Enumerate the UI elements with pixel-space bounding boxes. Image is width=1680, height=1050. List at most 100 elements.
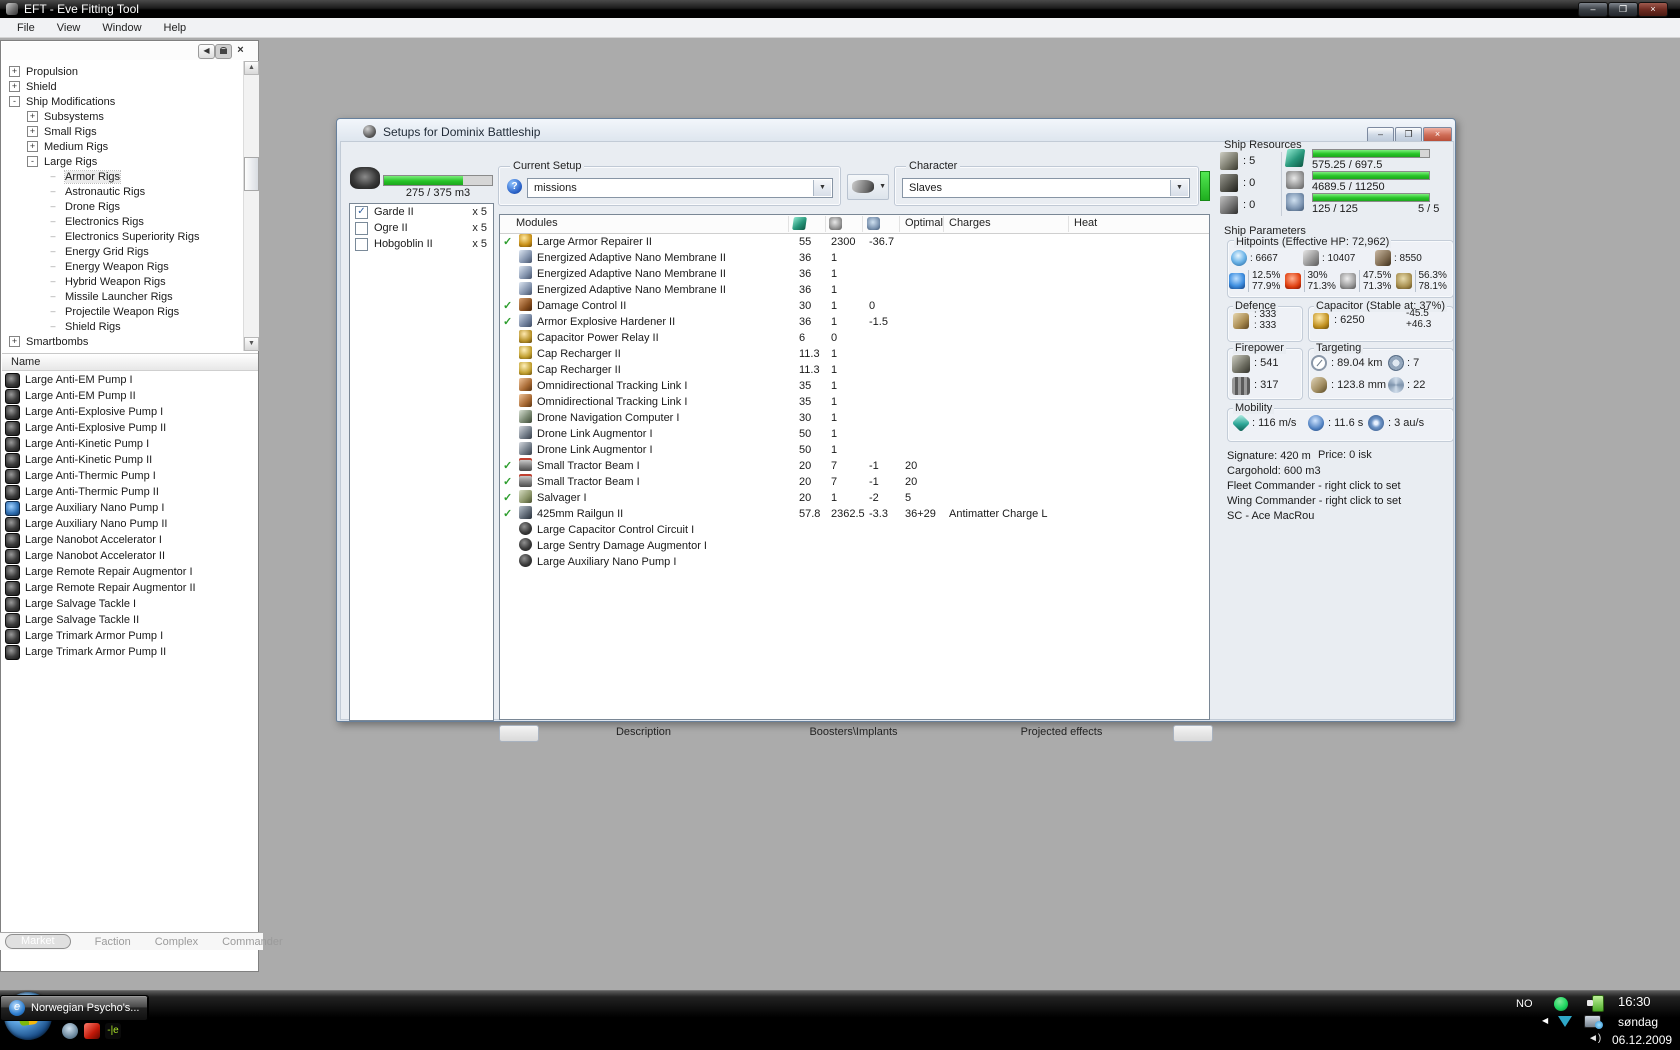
module-row[interactable]: Omnidirectional Tracking Link I 35 1 bbox=[500, 378, 1209, 394]
network-icon[interactable] bbox=[1584, 1015, 1603, 1029]
list-column-header[interactable]: Name bbox=[2, 353, 258, 371]
panel-tab[interactable]: Faction bbox=[95, 936, 131, 948]
taskbar-button[interactable]: Norwegian Psycho's... bbox=[0, 995, 149, 1021]
boosters-implants-section-label[interactable]: Boosters\Implants bbox=[781, 726, 926, 738]
panel-tab[interactable]: Market bbox=[5, 934, 71, 949]
tree-scrollbar[interactable]: ▲ ▼ bbox=[243, 61, 259, 351]
scrollbar-thumb[interactable] bbox=[244, 157, 259, 191]
tree-expander-icon[interactable] bbox=[47, 232, 59, 241]
graphics-tray-icon[interactable] bbox=[1558, 1016, 1572, 1027]
list-item[interactable]: Large Remote Repair Augmentor I bbox=[2, 564, 258, 580]
tree-expander-icon[interactable] bbox=[9, 81, 20, 92]
tree-item[interactable]: Propulsion bbox=[3, 64, 241, 79]
list-item[interactable]: Large Anti-Thermic Pump I bbox=[2, 468, 258, 484]
bottom-left-button[interactable] bbox=[499, 725, 539, 742]
module-row[interactable]: 425mm Railgun II 57.8 2362.5 -3.3 36+29 … bbox=[500, 506, 1209, 522]
tree-item[interactable]: Armor Rigs bbox=[3, 169, 241, 184]
tree-expander-icon[interactable] bbox=[27, 141, 38, 152]
tree-item[interactable]: Missile Launcher Rigs bbox=[3, 289, 241, 304]
module-row[interactable]: Large Capacitor Control Circuit I bbox=[500, 522, 1209, 538]
tree-item[interactable]: Smartbombs bbox=[3, 334, 241, 349]
projected-effects-section-label[interactable]: Projected effects bbox=[989, 726, 1134, 738]
module-row[interactable]: Omnidirectional Tracking Link I 35 1 bbox=[500, 394, 1209, 410]
volume-icon[interactable] bbox=[1588, 1033, 1601, 1044]
drone-checkbox[interactable] bbox=[355, 205, 368, 219]
module-row[interactable]: Salvager I 20 1 -2 5 bbox=[500, 490, 1209, 506]
tree-item[interactable]: Electronics Rigs bbox=[3, 214, 241, 229]
tree-item[interactable]: Energy Weapon Rigs bbox=[3, 259, 241, 274]
panel-lock-icon[interactable] bbox=[215, 44, 232, 59]
bottom-right-button[interactable] bbox=[1173, 725, 1213, 742]
module-row[interactable]: Energized Adaptive Nano Membrane II 36 1 bbox=[500, 282, 1209, 298]
list-item[interactable]: Large Salvage Tackle II bbox=[2, 612, 258, 628]
globe-icon[interactable] bbox=[62, 1023, 78, 1039]
drone-checkbox[interactable] bbox=[355, 237, 368, 251]
character-dropdown[interactable]: Slaves ▼ bbox=[902, 178, 1190, 198]
module-row[interactable]: Small Tractor Beam I 20 7 -1 20 bbox=[500, 474, 1209, 490]
list-item[interactable]: Large Anti-EM Pump II bbox=[2, 388, 258, 404]
tree-item[interactable]: Astronautic Rigs bbox=[3, 184, 241, 199]
module-row[interactable]: Energized Adaptive Nano Membrane II 36 1 bbox=[500, 266, 1209, 282]
language-indicator[interactable]: NO bbox=[1516, 998, 1533, 1010]
help-icon[interactable]: ? bbox=[507, 179, 522, 194]
module-row[interactable]: Drone Link Augmentor I 50 1 bbox=[500, 442, 1209, 458]
list-item[interactable]: Large Anti-Explosive Pump I bbox=[2, 404, 258, 420]
tree-item[interactable]: Hybrid Weapon Rigs bbox=[3, 274, 241, 289]
tree-item[interactable]: Small Rigs bbox=[3, 124, 241, 139]
tree-item[interactable]: Projectile Weapon Rigs bbox=[3, 304, 241, 319]
module-row[interactable]: Capacitor Power Relay II 6 0 bbox=[500, 330, 1209, 346]
tree-expander-icon[interactable] bbox=[47, 277, 59, 286]
list-item[interactable]: Large Anti-Kinetic Pump I bbox=[2, 436, 258, 452]
module-row[interactable]: Cap Recharger II 11.3 1 bbox=[500, 346, 1209, 362]
eve-shortcut-icon[interactable] bbox=[105, 1023, 121, 1039]
list-item[interactable]: Large Trimark Armor Pump I bbox=[2, 628, 258, 644]
module-row[interactable]: Drone Link Augmentor I 50 1 bbox=[500, 426, 1209, 442]
menu-item[interactable]: View bbox=[46, 18, 92, 38]
list-item[interactable]: Large Nanobot Accelerator II bbox=[2, 548, 258, 564]
panel-tab[interactable]: Complex bbox=[155, 936, 198, 948]
module-row[interactable]: Armor Explosive Hardener II 36 1 -1.5 bbox=[500, 314, 1209, 330]
menu-item[interactable]: Window bbox=[91, 18, 152, 38]
module-row[interactable]: Large Auxiliary Nano Pump I bbox=[500, 554, 1209, 570]
module-row[interactable]: Large Armor Repairer II 55 2300 -36.7 bbox=[500, 234, 1209, 250]
tree-item[interactable]: Electronics Superiority Rigs bbox=[3, 229, 241, 244]
chevron-down-icon[interactable]: ▼ bbox=[813, 180, 831, 196]
panel-tab[interactable]: Commander bbox=[222, 936, 283, 948]
tree-item[interactable]: Ship Modifications bbox=[3, 94, 241, 109]
tree-expander-icon[interactable] bbox=[47, 322, 59, 331]
solidworks-icon[interactable] bbox=[84, 1023, 100, 1039]
hidden-icons-chevron-icon[interactable] bbox=[1542, 1016, 1548, 1025]
tree-item[interactable]: Subsystems bbox=[3, 109, 241, 124]
tree-expander-icon[interactable] bbox=[47, 202, 59, 211]
app-minimize-button[interactable]: – bbox=[1578, 2, 1608, 17]
setups-window-titlebar[interactable]: Setups for Dominix Battleship – ❐ × bbox=[339, 121, 1453, 143]
ship-browse-button[interactable]: ▼ bbox=[847, 174, 889, 200]
chevron-down-icon[interactable]: ▼ bbox=[1170, 180, 1188, 196]
tree-expander-icon[interactable] bbox=[47, 172, 59, 181]
app-titlebar[interactable]: EFT - Eve Fitting Tool – ❐ × bbox=[0, 0, 1680, 18]
list-item[interactable]: Large Anti-Thermic Pump II bbox=[2, 484, 258, 500]
list-item[interactable]: Large Remote Repair Augmentor II bbox=[2, 580, 258, 596]
list-item[interactable]: Large Auxiliary Nano Pump II bbox=[2, 516, 258, 532]
tree-item[interactable]: Medium Rigs bbox=[3, 139, 241, 154]
tree-expander-icon[interactable] bbox=[9, 336, 20, 347]
app-close-button[interactable]: × bbox=[1638, 2, 1668, 17]
tree-expander-icon[interactable] bbox=[47, 247, 59, 256]
tree-item[interactable]: Large Rigs bbox=[3, 154, 241, 169]
list-item[interactable]: Large Auxiliary Nano Pump I bbox=[2, 500, 258, 516]
module-row[interactable]: Cap Recharger II 11.3 1 bbox=[500, 362, 1209, 378]
spotify-tray-icon[interactable] bbox=[1554, 997, 1568, 1011]
drone-row[interactable]: Hobgoblin II x 5 bbox=[350, 236, 493, 252]
current-setup-dropdown[interactable]: missions ▼ bbox=[527, 178, 833, 198]
drone-checkbox[interactable] bbox=[355, 221, 368, 235]
description-section-label[interactable]: Description bbox=[571, 726, 716, 738]
tree-expander-icon[interactable] bbox=[9, 96, 20, 107]
panel-back-icon[interactable]: ◀ bbox=[198, 44, 215, 59]
tree-expander-icon[interactable] bbox=[47, 262, 59, 271]
module-row[interactable]: Drone Navigation Computer I 30 1 bbox=[500, 410, 1209, 426]
app-maximize-button[interactable]: ❐ bbox=[1608, 2, 1638, 17]
panel-close-icon[interactable]: × bbox=[233, 44, 248, 57]
clock-time[interactable]: 16:30 bbox=[1618, 994, 1651, 1009]
tree-expander-icon[interactable] bbox=[47, 217, 59, 226]
menu-item[interactable]: Help bbox=[153, 18, 198, 38]
